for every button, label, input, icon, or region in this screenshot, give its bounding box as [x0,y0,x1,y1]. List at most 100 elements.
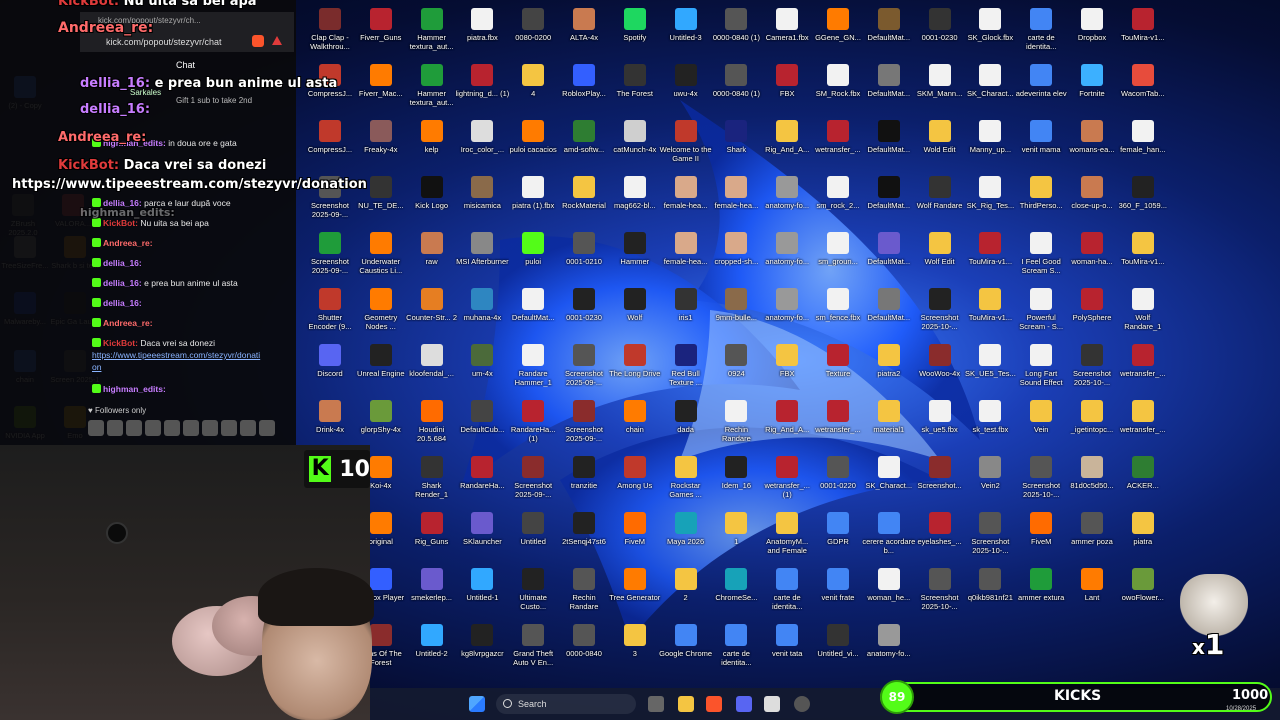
desktop-icon[interactable]: Google Chrome [659,620,712,674]
desktop-icon[interactable]: iris1 [660,284,712,338]
desktop-icon[interactable]: Fiverr_Mac... [355,60,407,114]
chat-username[interactable]: dellia_16: [103,278,142,288]
desktop-icon[interactable]: carte de identita... [710,620,762,674]
desktop-icon[interactable]: Underwater Caustics Li... [355,228,407,282]
desktop-icon[interactable]: Unreal Engine [355,340,407,394]
desktop-icon[interactable]: Discord [304,340,356,394]
desktop-icon[interactable]: misicamica [456,172,508,226]
desktop-icon[interactable]: kelp [406,116,458,170]
desktop-icon[interactable]: MSI Afterburner [456,228,509,282]
emote[interactable] [202,420,218,436]
desktop-icon[interactable]: wetransfer_... (1) [761,452,813,506]
desktop-icon[interactable]: 3 [609,620,661,674]
desktop-icon[interactable]: RandareHa... (1) [507,396,559,450]
desktop-icon[interactable]: Wolf [609,284,661,338]
emote[interactable] [88,420,104,436]
desktop-icon[interactable]: 4 [507,60,559,114]
desktop-icon[interactable]: FBX [761,340,813,394]
desktop-icon[interactable]: Tree Generator [609,564,661,618]
desktop-icon[interactable]: Kick Logo [406,172,458,226]
desktop-icon[interactable]: The Long Drive [609,340,661,394]
desktop-icon[interactable]: Idem_16 [710,452,762,506]
desktop-icon[interactable]: TouMira-v1... [964,284,1016,338]
desktop-icon[interactable]: FBX [761,60,813,114]
desktop-icon[interactable]: piatra.fbx [456,4,508,58]
desktop-icon[interactable]: 0000-0840 [558,620,610,674]
desktop-icon[interactable]: wetransfer_... [1117,396,1169,450]
desktop-icon[interactable]: ammer extura [1015,564,1067,618]
desktop-icon[interactable]: muhana-4x [456,284,508,338]
desktop-icon[interactable]: Screenshot 2025-10-... [914,284,966,338]
desktop-icon[interactable]: material1 [863,396,915,450]
emote[interactable] [221,420,237,436]
desktop-icon[interactable]: Rechin Randare [558,564,610,618]
chat-username[interactable]: dellia_16: [103,258,142,268]
desktop-icon[interactable]: CompressJ... [304,116,356,170]
emote[interactable] [240,420,256,436]
desktop-icon[interactable]: Screenshot 2025-09-... [558,396,610,450]
desktop-icon[interactable]: SK_Charact... [863,452,915,506]
desktop-icon[interactable]: Untitled_vi... [812,620,864,674]
desktop-icon[interactable]: q0ikb981nf21 [964,564,1016,618]
desktop-icon[interactable]: Randare Hammer_1 [507,340,559,394]
desktop-icon[interactable]: owoFlower... [1117,564,1169,618]
desktop-icon[interactable]: GDPR [812,508,864,562]
desktop-icon[interactable]: cropped-sh... [710,228,762,282]
desktop-icon[interactable]: Hammer textura_aut... [406,60,458,114]
desktop-icon[interactable]: DefaultCub... [456,396,508,450]
desktop-icon[interactable]: sm_groun... [812,228,864,282]
emote[interactable] [164,420,180,436]
windows-start-icon[interactable] [469,696,485,712]
desktop-icon[interactable]: Red Bull Texture ... [660,340,712,394]
desktop-icon[interactable]: Screenshot... [914,452,966,506]
desktop-icon[interactable]: ALTA-4x [558,4,610,58]
desktop-icon[interactable]: Drink-4x [304,396,356,450]
desktop-icon[interactable]: 0080-0200 [507,4,559,58]
desktop-icon[interactable]: Screenshot 2025-09-... [507,452,559,506]
desktop-icon[interactable]: Untitled-3 [660,4,712,58]
discord-icon[interactable] [736,696,752,712]
desktop-icon[interactable]: PolySphere [1066,284,1118,338]
desktop-icon[interactable]: SK_Charact... [964,60,1016,114]
desktop-icon[interactable]: piatra2 [863,340,915,394]
desktop-icon[interactable]: Texture [812,340,864,394]
emote[interactable] [107,420,123,436]
app-icon[interactable] [764,696,780,712]
desktop-icon[interactable]: _igetintopc... [1066,396,1118,450]
desktop-icon[interactable]: Manny_up... [964,116,1016,170]
desktop-icon[interactable]: close-up-o... [1066,172,1118,226]
desktop-icon[interactable]: Long Fart Sound Effect [1015,340,1067,394]
desktop-icon[interactable]: venit mama [1015,116,1067,170]
desktop-icon[interactable]: Shark Render_1 [406,452,458,506]
emote[interactable] [183,420,199,436]
desktop-icon[interactable]: RockMaterial [558,172,610,226]
desktop-icon[interactable]: 1 [710,508,762,562]
desktop-icon[interactable]: catMunch-4x [609,116,661,170]
desktop-icon[interactable]: anatomy-fo... [761,284,813,338]
emote[interactable] [259,420,275,436]
desktop-icon[interactable]: sm_fence.fbx [812,284,864,338]
chat-username[interactable]: KickBot: [103,338,138,348]
desktop-icon[interactable]: Screenshot 2025-10-... [964,508,1016,562]
desktop-icon[interactable]: Maya 2026 [660,508,712,562]
desktop-icon[interactable]: Shutter Encoder (9... [304,284,356,338]
desktop-icon[interactable]: TouMira-v1... [964,228,1016,282]
desktop-icon[interactable]: Welcome to the Game II [660,116,712,170]
desktop-icon[interactable]: 0001-0230 [558,284,610,338]
desktop-icon[interactable]: anatomy-fo... [761,172,813,226]
desktop-icon[interactable]: Hammer textura_aut... [406,4,458,58]
desktop-icon[interactable]: piatra [1117,508,1169,562]
desktop-icon[interactable]: anatomy-fo... [761,228,813,282]
task-view-icon[interactable] [648,696,664,712]
desktop-icon[interactable]: venit frate [812,564,864,618]
desktop-icon[interactable]: SKM_Mann... [914,60,966,114]
desktop-icon[interactable]: female-hea... [660,228,712,282]
desktop-icon[interactable]: DefaultMat... [863,4,915,58]
desktop-icon[interactable]: 9mm-bulle... [710,284,762,338]
desktop-icon[interactable]: 0924 [710,340,762,394]
brave-browser-icon[interactable] [706,696,722,712]
desktop-icon[interactable]: venit tata [761,620,813,674]
desktop-icon[interactable]: sk_test.fbx [964,396,1016,450]
desktop-icon[interactable]: female-hea... [710,172,762,226]
desktop-icon[interactable]: DefaultMat... [507,284,559,338]
